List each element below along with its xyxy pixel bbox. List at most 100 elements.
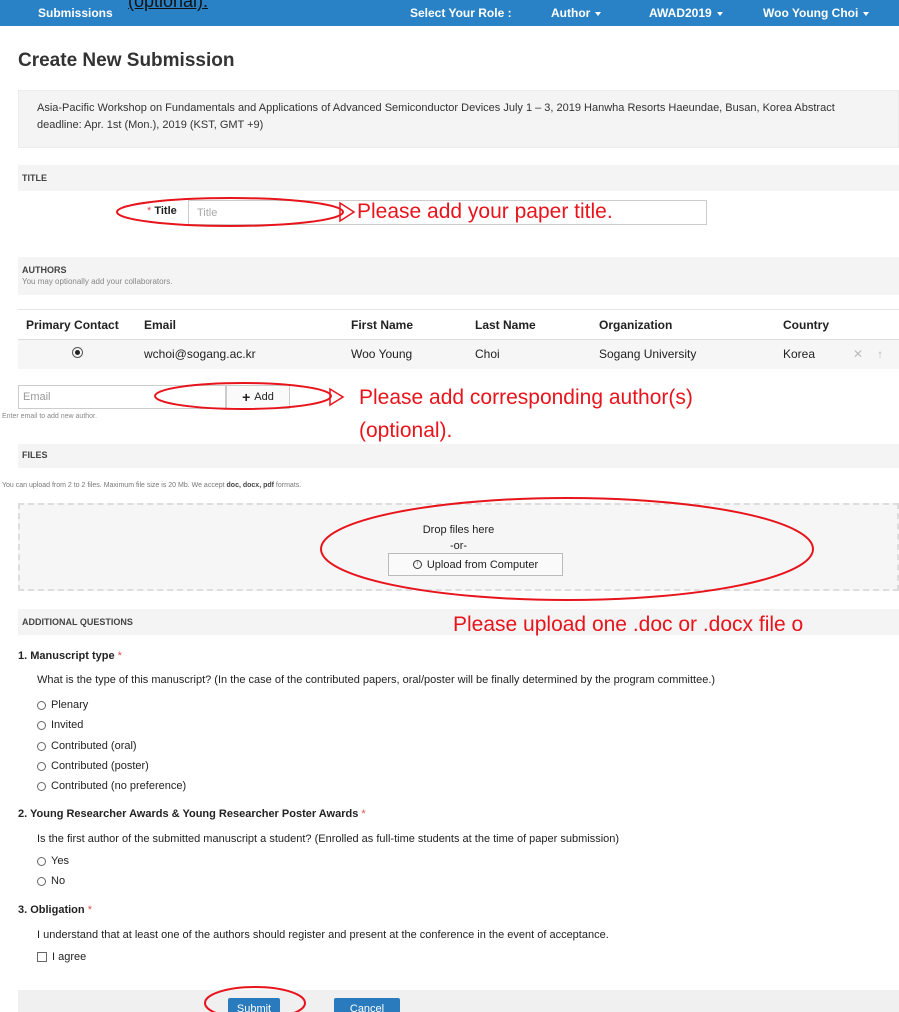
author-country: Korea <box>775 339 845 369</box>
upload-icon: ↑ <box>412 560 422 569</box>
radio-circle-icon <box>37 876 46 886</box>
q3-agree-checkbox[interactable]: I agree <box>37 951 86 963</box>
radio-circle-icon <box>37 700 46 710</box>
file-dropzone[interactable]: Drop files here -or- ↑ Upload from Comput… <box>18 503 899 591</box>
table-row: wchoi@sogang.ac.kr Woo Young Choi Sogang… <box>18 339 899 369</box>
radio-circle-icon <box>37 781 46 791</box>
q1-option-contributed-oral[interactable]: Contributed (oral) <box>37 740 137 752</box>
row-actions: ✕ ↑ <box>845 339 899 369</box>
author-organization: Sogang University <box>591 339 775 369</box>
radio-circle-icon <box>37 856 46 866</box>
q3-title: 3. Obligation * <box>18 904 92 916</box>
q1-title: 1. Manuscript type * <box>18 650 122 662</box>
section-title-header: TITLE <box>18 165 899 191</box>
q2-option-no[interactable]: No <box>37 875 65 887</box>
option-label: Contributed (poster) <box>51 760 149 772</box>
primary-contact-cell <box>18 339 136 369</box>
nav-submissions-link[interactable]: Submissions <box>38 6 113 20</box>
q2-title: 2. Young Researcher Awards & Young Resea… <box>18 808 366 820</box>
col-actions <box>845 309 899 340</box>
dropzone-or-text: -or- <box>449 540 468 552</box>
option-label: No <box>51 875 66 887</box>
dropzone-text: Drop files here <box>422 524 495 536</box>
nav-conference-dropdown[interactable]: AWAD2019 <box>649 6 723 20</box>
annotation-authors-note-line2: (optional). <box>359 419 453 442</box>
option-label: Invited <box>51 719 84 731</box>
author-last-name: Choi <box>467 339 591 369</box>
page-title: Create New Submission <box>18 50 235 71</box>
title-label-text: Title <box>154 205 177 217</box>
required-mark: * <box>147 205 152 217</box>
section-authors-header: AUTHORS You may optionally add your coll… <box>18 257 899 295</box>
annotation-authors-note-line1: Please add corresponding author(s) <box>359 386 693 409</box>
plus-icon: + <box>242 389 251 405</box>
radio-circle-icon <box>37 741 46 751</box>
nav-user-dropdown[interactable]: Woo Young Choi <box>763 6 870 20</box>
annotation-files-note: Please upload one .doc or .docx file o <box>453 613 804 636</box>
col-last-name: Last Name <box>467 309 591 340</box>
radio-circle-icon <box>37 761 46 771</box>
q1-title-text: 1. Manuscript type <box>18 650 115 662</box>
q2-title-text: 2. Young Researcher Awards & Young Resea… <box>18 808 359 820</box>
title-field-label: * Title <box>147 205 177 217</box>
remove-icon[interactable]: ✕ <box>853 347 863 361</box>
upload-from-computer-button[interactable]: ↑ Upload from Computer <box>388 553 563 576</box>
authors-arrow-icon <box>329 387 345 407</box>
q3-text: I understand that at least one of the au… <box>37 929 609 941</box>
required-mark: * <box>361 808 366 820</box>
add-button-label: Add <box>254 391 274 403</box>
files-hint: You can upload from 2 to 2 files. Maximu… <box>2 482 301 489</box>
q3-title-text: 3. Obligation <box>18 904 85 916</box>
chevron-down-icon <box>716 11 723 16</box>
required-mark: * <box>117 650 122 662</box>
section-files-header: FILES <box>18 444 899 468</box>
authors-table-header: Primary Contact Email First Name Last Na… <box>18 309 899 340</box>
q1-text: What is the type of this manuscript? (In… <box>37 674 716 686</box>
cancel-button[interactable]: Cancel <box>334 998 400 1012</box>
nav-role-dropdown[interactable]: Author <box>551 6 602 20</box>
submit-button[interactable]: Submit <box>228 998 280 1012</box>
form-footer <box>18 990 899 1012</box>
q1-option-plenary[interactable]: Plenary <box>37 699 88 711</box>
overflow-annotation: (optional). <box>128 0 209 11</box>
add-author-hint: Enter email to add new author. <box>2 413 97 420</box>
author-email: wchoi@sogang.ac.kr <box>136 339 343 369</box>
q1-option-no-preference[interactable]: Contributed (no preference) <box>37 780 186 792</box>
col-organization: Organization <box>591 309 775 340</box>
nav-user-name: Woo Young Choi <box>763 6 859 20</box>
nav-role-label: Select Your Role : <box>410 6 512 20</box>
new-author-email-input[interactable] <box>18 385 226 409</box>
primary-contact-radio[interactable] <box>71 347 83 359</box>
col-first-name: First Name <box>343 309 467 340</box>
q1-option-invited[interactable]: Invited <box>37 719 83 731</box>
files-hint-formats: doc, docx, pdf <box>226 482 274 489</box>
chevron-down-icon <box>863 11 870 16</box>
option-label: Yes <box>51 855 69 867</box>
col-country: Country <box>775 309 845 340</box>
files-hint-prefix: You can upload from 2 to 2 files. Maximu… <box>2 482 225 489</box>
q1-option-contributed-poster[interactable]: Contributed (poster) <box>37 760 149 772</box>
option-label: Plenary <box>51 699 89 711</box>
option-label: Contributed (oral) <box>51 740 137 752</box>
required-mark: * <box>87 904 92 916</box>
annotation-title-note: Please add your paper title. <box>357 200 613 223</box>
col-email: Email <box>136 309 343 340</box>
authors-subheading: You may optionally add your collaborator… <box>22 277 173 286</box>
col-primary-contact: Primary Contact <box>18 309 136 340</box>
authors-table: Primary Contact Email First Name Last Na… <box>18 309 899 369</box>
move-up-icon[interactable]: ↑ <box>877 347 883 361</box>
chevron-down-icon <box>595 11 602 16</box>
author-first-name: Woo Young <box>343 339 467 369</box>
nav-conference-value: AWAD2019 <box>649 6 712 20</box>
conference-description: Asia-Pacific Workshop on Fundamentals an… <box>18 90 899 148</box>
files-hint-suffix: formats. <box>275 482 302 489</box>
add-author-button[interactable]: + Add <box>226 385 290 409</box>
q2-option-yes[interactable]: Yes <box>37 855 69 867</box>
checkbox-label: I agree <box>52 951 87 963</box>
radio-circle-icon <box>37 720 46 730</box>
nav-role-value: Author <box>551 6 591 20</box>
authors-heading: AUTHORS <box>22 265 67 275</box>
q2-text: Is the first author of the submitted man… <box>37 833 620 845</box>
option-label: Contributed (no preference) <box>51 780 187 792</box>
upload-button-label: Upload from Computer <box>426 558 539 571</box>
